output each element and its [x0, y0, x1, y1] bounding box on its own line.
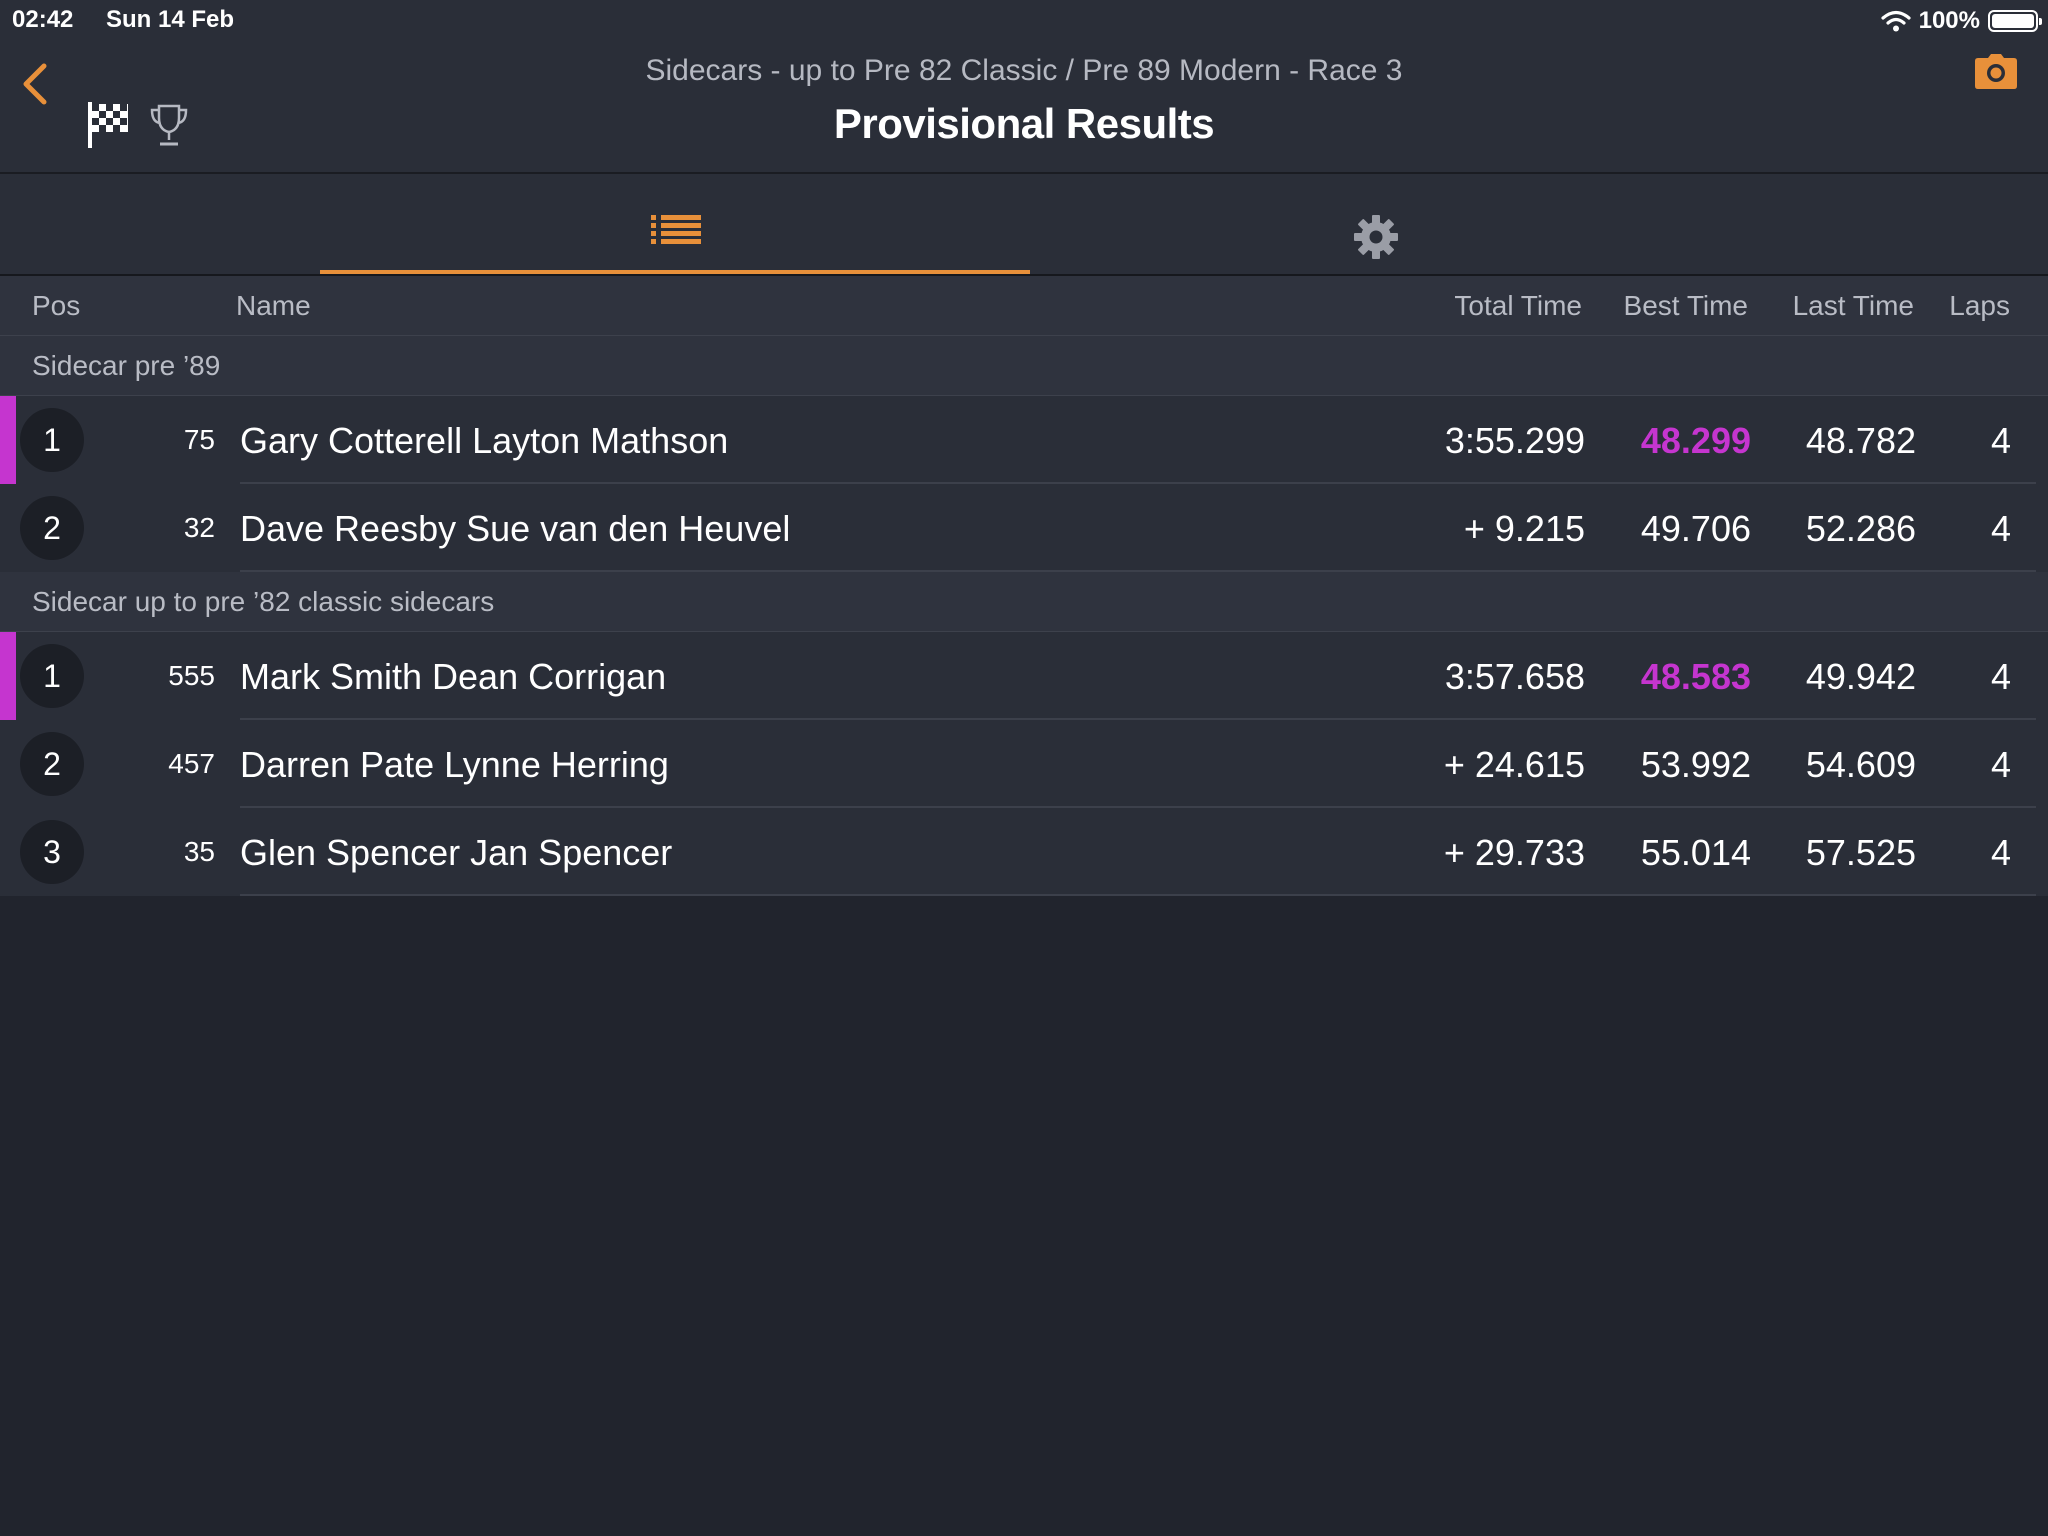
battery-percent: 100% [1918, 7, 1980, 34]
race-subtitle: Sidecars - up to Pre 82 Classic / Pre 89… [645, 54, 1403, 87]
class-leader-marker [0, 396, 16, 484]
page-title: Provisional Results [833, 100, 1215, 147]
total-time: + 29.733 [1443, 832, 1585, 873]
competitor-number: 457 [168, 748, 215, 779]
competitor-name: Gary Cotterell Layton Mathson [240, 420, 729, 461]
laps-count: 4 [1990, 420, 2011, 461]
active-tab-indicator [320, 270, 1030, 274]
tab-bar [0, 174, 2048, 276]
class-group-label: Sidecar pre ’89 [32, 350, 221, 381]
competitor-name: Glen Spencer Jan Spencer [240, 832, 673, 873]
position-badge: 2 [20, 496, 84, 560]
status-indicators: 100% [1881, 6, 2042, 36]
competitor-number: 32 [183, 512, 215, 543]
total-time: 3:57.658 [1444, 656, 1585, 697]
laps-count: 4 [1990, 508, 2011, 549]
best-time: 55.014 [1640, 832, 1751, 873]
best-time: 53.992 [1640, 744, 1751, 785]
result-row[interactable]: 1 555 Mark Smith Dean Corrigan 3:57.658 … [0, 632, 2048, 720]
best-time: 49.706 [1640, 508, 1751, 549]
laps-count: 4 [1990, 656, 2011, 697]
column-last-time[interactable]: Last Time [1793, 290, 1914, 322]
last-time: 54.609 [1805, 744, 1916, 785]
total-time: 3:55.299 [1444, 420, 1585, 461]
best-time: 48.299 [1640, 420, 1751, 461]
gear-icon [1354, 215, 1398, 259]
wifi-icon [1881, 10, 1911, 32]
best-time: 48.583 [1640, 656, 1751, 697]
competitor-name: Dave Reesby Sue van den Heuvel [240, 508, 791, 549]
column-pos[interactable]: Pos [32, 290, 80, 322]
last-time: 48.782 [1805, 420, 1916, 461]
column-best-time[interactable]: Best Time [1624, 290, 1748, 322]
status-time: 02:42 [12, 6, 74, 33]
navigation-bar: 02:42 Sun 14 Feb 100% Sidecars - up to P… [0, 0, 2048, 174]
result-row[interactable]: 2 457 Darren Pate Lynne Herring + 24.615… [0, 720, 2048, 808]
class-group-label: Sidecar up to pre ’82 classic sidecars [32, 586, 495, 617]
competitor-number: 555 [168, 660, 215, 691]
total-time: + 24.615 [1443, 744, 1585, 785]
competitor-name: Darren Pate Lynne Herring [240, 744, 669, 785]
competitor-number: 35 [183, 836, 215, 867]
position-badge: 1 [20, 408, 84, 472]
result-row[interactable]: 1 75 Gary Cotterell Layton Mathson 3:55.… [0, 396, 2048, 484]
result-row[interactable]: 3 35 Glen Spencer Jan Spencer + 29.733 5… [0, 808, 2048, 896]
result-row[interactable]: 2 32 Dave Reesby Sue van den Heuvel + 9.… [0, 484, 2048, 572]
last-time: 52.286 [1805, 508, 1916, 549]
camera-icon[interactable] [1974, 52, 2018, 92]
column-total-time[interactable]: Total Time [1454, 290, 1582, 322]
competitor-number: 75 [183, 424, 215, 455]
last-time: 49.942 [1805, 656, 1916, 697]
position-badge: 1 [20, 644, 84, 708]
laps-count: 4 [1990, 744, 2011, 785]
position-badge: 2 [20, 732, 84, 796]
tab-settings[interactable] [1020, 174, 1732, 274]
tab-results-list[interactable] [320, 174, 1032, 274]
column-name[interactable]: Name [236, 290, 311, 322]
laps-count: 4 [1990, 832, 2011, 873]
battery-icon [1988, 10, 2042, 32]
last-time: 57.525 [1805, 832, 1916, 873]
total-time: + 9.215 [1463, 508, 1585, 549]
class-group-header: Sidecar pre ’89 [0, 336, 2048, 396]
list-icon [651, 215, 701, 244]
class-leader-marker [0, 632, 16, 720]
competitor-name: Mark Smith Dean Corrigan [240, 656, 667, 697]
column-laps[interactable]: Laps [1949, 290, 2010, 322]
results-column-header: Pos Name Total Time Best Time Last Time … [0, 276, 2048, 336]
status-date: Sun 14 Feb [106, 6, 235, 33]
position-badge: 3 [20, 820, 84, 884]
class-group-header: Sidecar up to pre ’82 classic sidecars [0, 572, 2048, 632]
